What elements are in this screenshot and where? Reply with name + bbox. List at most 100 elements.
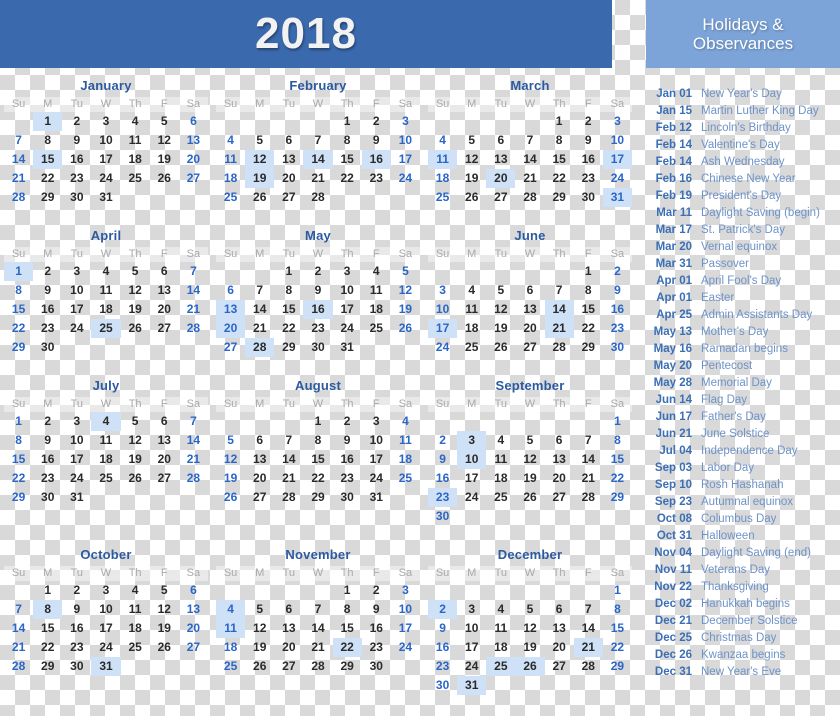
day-cell[interactable]: 30 [603, 338, 632, 357]
day-cell[interactable]: 18 [121, 619, 150, 638]
day-cell[interactable]: 12 [216, 450, 245, 469]
day-cell[interactable]: 20 [150, 450, 179, 469]
day-cell[interactable]: 22 [303, 469, 332, 488]
day-cell[interactable]: 11 [121, 131, 150, 150]
day-cell[interactable]: 22 [545, 169, 574, 188]
day-cell[interactable]: 29 [545, 188, 574, 207]
day-cell[interactable]: 18 [391, 450, 420, 469]
day-cell[interactable]: 4 [428, 131, 457, 150]
day-cell[interactable]: 2 [574, 112, 603, 131]
day-cell[interactable]: 27 [179, 638, 208, 657]
day-cell[interactable]: 21 [4, 638, 33, 657]
day-cell[interactable]: 28 [245, 338, 275, 357]
day-cell[interactable]: 6 [150, 262, 179, 281]
day-cell[interactable]: 10 [391, 600, 420, 619]
day-cell[interactable]: 10 [333, 281, 362, 300]
day-cell[interactable]: 31 [333, 338, 362, 357]
day-cell[interactable]: 12 [391, 281, 420, 300]
day-cell[interactable]: 4 [457, 281, 486, 300]
day-cell[interactable]: 4 [91, 412, 121, 431]
day-cell[interactable]: 1 [4, 262, 34, 281]
day-cell[interactable]: 17 [62, 450, 91, 469]
day-cell[interactable]: 23 [428, 657, 457, 676]
day-cell[interactable]: 12 [515, 619, 544, 638]
holiday-row[interactable]: Jan 01 New Year's Day [646, 86, 840, 103]
day-cell[interactable]: 14 [179, 281, 208, 300]
day-cell[interactable]: 17 [391, 619, 420, 638]
day-cell[interactable]: 20 [179, 150, 208, 169]
day-cell[interactable]: 22 [4, 469, 33, 488]
day-cell[interactable]: 30 [428, 507, 457, 526]
day-cell[interactable]: 25 [486, 488, 515, 507]
day-cell[interactable]: 15 [4, 300, 33, 319]
holiday-row[interactable]: May 28 Memorial Day [646, 375, 840, 392]
day-cell[interactable]: 4 [216, 600, 246, 619]
day-cell[interactable]: 1 [274, 262, 303, 281]
day-cell[interactable]: 20 [486, 169, 516, 188]
day-cell[interactable]: 13 [245, 450, 274, 469]
day-cell[interactable]: 5 [391, 262, 420, 281]
day-cell[interactable]: 6 [274, 600, 303, 619]
day-cell[interactable]: 26 [245, 188, 274, 207]
day-cell[interactable]: 5 [150, 112, 179, 131]
day-cell[interactable]: 23 [62, 638, 91, 657]
day-cell[interactable]: 25 [91, 319, 121, 338]
day-cell[interactable]: 23 [303, 319, 332, 338]
day-cell[interactable]: 16 [362, 619, 391, 638]
day-cell[interactable]: 21 [274, 469, 303, 488]
day-cell[interactable]: 18 [216, 638, 245, 657]
holiday-row[interactable]: Oct 08 Columbus Day [646, 511, 840, 528]
day-cell[interactable]: 1 [574, 262, 603, 281]
day-cell[interactable]: 13 [179, 600, 208, 619]
day-cell[interactable]: 23 [33, 319, 62, 338]
holiday-row[interactable]: Feb 16 Chinese New Year [646, 171, 840, 188]
day-cell[interactable]: 29 [574, 338, 603, 357]
day-cell[interactable]: 2 [303, 262, 332, 281]
day-cell[interactable]: 10 [62, 431, 91, 450]
day-cell[interactable]: 5 [515, 600, 544, 619]
day-cell[interactable]: 24 [428, 338, 457, 357]
day-cell[interactable]: 20 [545, 469, 574, 488]
day-cell[interactable]: 17 [91, 150, 120, 169]
day-cell[interactable]: 19 [515, 469, 544, 488]
day-cell[interactable]: 20 [150, 300, 179, 319]
day-cell[interactable]: 11 [91, 431, 120, 450]
day-cell[interactable]: 27 [150, 319, 179, 338]
day-cell[interactable]: 18 [428, 169, 457, 188]
day-cell[interactable]: 26 [150, 638, 179, 657]
day-cell[interactable]: 21 [179, 450, 208, 469]
day-cell[interactable]: 24 [603, 169, 632, 188]
day-cell[interactable]: 18 [121, 150, 150, 169]
day-cell[interactable]: 19 [515, 638, 544, 657]
day-cell[interactable]: 3 [428, 281, 457, 300]
day-cell[interactable]: 2 [62, 581, 91, 600]
day-cell[interactable]: 15 [603, 450, 632, 469]
day-cell[interactable]: 1 [303, 412, 332, 431]
day-cell[interactable]: 1 [4, 412, 33, 431]
day-cell[interactable]: 21 [179, 300, 208, 319]
day-cell[interactable]: 2 [33, 412, 62, 431]
day-cell[interactable]: 14 [544, 300, 574, 319]
day-cell[interactable]: 21 [303, 638, 332, 657]
day-cell[interactable]: 6 [179, 581, 208, 600]
day-cell[interactable]: 13 [545, 619, 574, 638]
day-cell[interactable]: 31 [457, 676, 487, 695]
day-cell[interactable]: 16 [361, 150, 391, 169]
day-cell[interactable]: 9 [303, 281, 332, 300]
day-cell[interactable]: 8 [274, 281, 303, 300]
day-cell[interactable]: 7 [574, 431, 603, 450]
day-cell[interactable]: 5 [486, 281, 515, 300]
day-cell[interactable]: 16 [574, 150, 603, 169]
day-cell[interactable]: 25 [391, 469, 420, 488]
day-cell[interactable]: 1 [545, 112, 574, 131]
day-cell[interactable]: 25 [457, 338, 486, 357]
day-cell[interactable]: 22 [274, 319, 303, 338]
day-cell[interactable]: 5 [150, 581, 179, 600]
day-cell[interactable]: 23 [33, 469, 62, 488]
day-cell[interactable]: 28 [179, 469, 208, 488]
day-cell[interactable]: 25 [486, 657, 516, 676]
day-cell[interactable]: 18 [362, 300, 391, 319]
day-cell[interactable]: 28 [515, 188, 544, 207]
day-cell[interactable]: 27 [179, 169, 208, 188]
day-cell[interactable]: 19 [150, 150, 179, 169]
